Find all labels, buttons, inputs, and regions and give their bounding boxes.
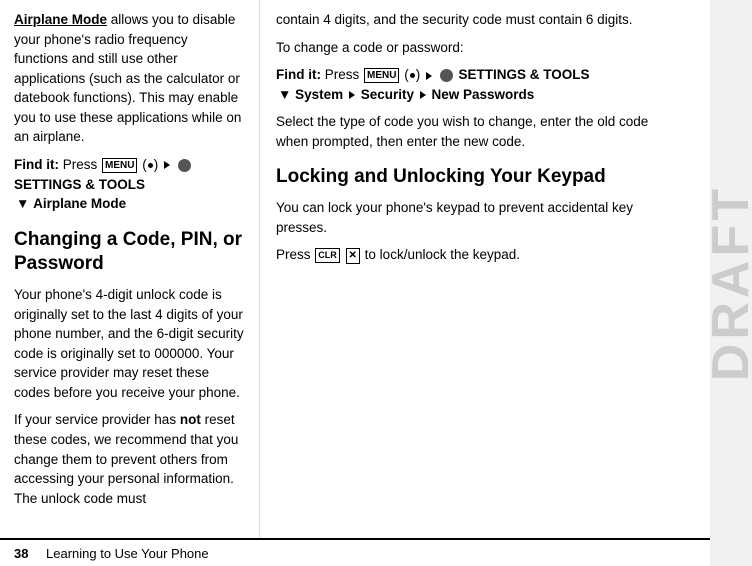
section-heading-left: Changing a Code, PIN, or Password bbox=[14, 228, 245, 277]
arrow-right-left bbox=[164, 161, 170, 169]
arrow-down-right: ▼ bbox=[278, 87, 295, 102]
section-heading-right: Locking and Unlocking Your Keypad bbox=[276, 165, 660, 190]
menu-icon-left: MENU bbox=[102, 158, 137, 173]
menu-icon-right: MENU bbox=[364, 68, 399, 83]
airplane-mode-path: Airplane Mode bbox=[33, 196, 126, 211]
settings-text-right: SETTINGS & TOOLS bbox=[459, 67, 590, 82]
settings-icon-right bbox=[440, 69, 453, 82]
airplane-mode-para1: Airplane Mode allows you to disable your… bbox=[14, 10, 245, 147]
press-label: Press bbox=[276, 247, 314, 262]
find-it-label-left: Find it: bbox=[14, 157, 59, 172]
right-column: contain 4 digits, and the security code … bbox=[260, 0, 710, 566]
find-it-press-right: Press bbox=[321, 67, 363, 82]
x-icon: ✕ bbox=[346, 248, 360, 264]
lock-text: to lock/unlock the keypad. bbox=[361, 247, 520, 262]
left-para2: Your phone's 4-digit unlock code is orig… bbox=[14, 285, 245, 402]
arrow-right-system bbox=[349, 91, 355, 99]
left-column: Airplane Mode allows you to disable your… bbox=[0, 0, 260, 566]
airplane-mode-text: allows you to disable your phone's radio… bbox=[14, 12, 241, 144]
dot-right: () bbox=[404, 67, 424, 82]
bottom-bar: 38 Learning to Use Your Phone bbox=[0, 538, 710, 566]
bottom-label: Learning to Use Your Phone bbox=[46, 546, 209, 561]
para3-prefix: If your service provider has bbox=[14, 412, 180, 427]
settings-icon-left bbox=[178, 159, 191, 172]
right-para-intro: contain 4 digits, and the security code … bbox=[276, 10, 660, 30]
para3-not: not bbox=[180, 412, 201, 427]
find-it-left: Find it: Press MENU () SETTINGS & TOOLS … bbox=[14, 155, 245, 214]
right-para-press: Press CLR ✕ to lock/unlock the keypad. bbox=[276, 245, 660, 265]
center-dot-left bbox=[148, 163, 153, 168]
find-it-right: Find it: Press MENU () SETTINGS & TOOLS … bbox=[276, 65, 660, 104]
draft-watermark: DRAFT bbox=[710, 0, 752, 566]
left-para3: If your service provider has not reset t… bbox=[14, 410, 245, 508]
page-number: 38 bbox=[14, 546, 42, 561]
find-it-press-left: Press bbox=[59, 157, 101, 172]
system-path: System bbox=[295, 87, 343, 102]
page-container: Airplane Mode allows you to disable your… bbox=[0, 0, 752, 566]
right-para-lock: You can lock your phone's keypad to prev… bbox=[276, 198, 660, 237]
security-path: Security bbox=[361, 87, 414, 102]
center-dot-right bbox=[410, 73, 415, 78]
arrow-right-security bbox=[420, 91, 426, 99]
arrow-down-left: ▼ bbox=[16, 196, 33, 211]
airplane-mode-term: Airplane Mode bbox=[14, 12, 107, 27]
right-para-change: To change a code or password: bbox=[276, 38, 660, 58]
settings-text-left: SETTINGS & TOOLS bbox=[14, 177, 145, 192]
clr-icon: CLR bbox=[315, 248, 340, 263]
right-para-select: Select the type of code you wish to chan… bbox=[276, 112, 660, 151]
find-it-label-right: Find it: bbox=[276, 67, 321, 82]
new-passwords-path: New Passwords bbox=[432, 87, 535, 102]
arrow-right-right bbox=[426, 72, 432, 80]
dot-left: () bbox=[142, 157, 162, 172]
